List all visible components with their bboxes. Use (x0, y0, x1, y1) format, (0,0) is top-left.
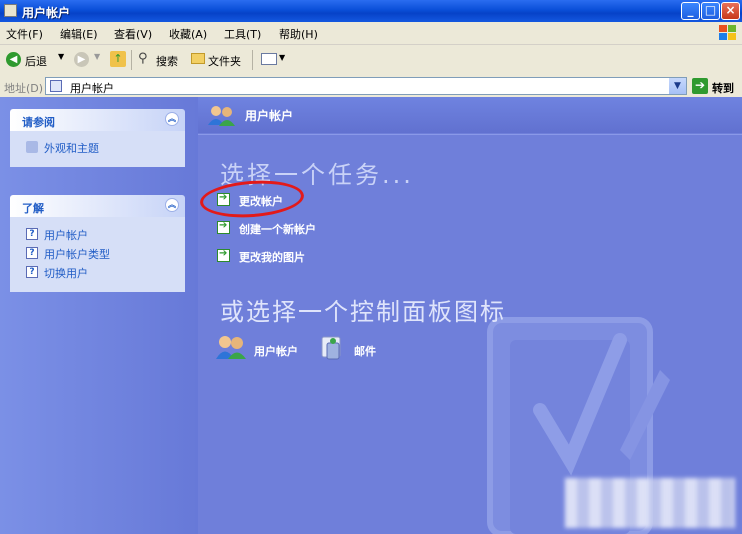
blurred-watermark (565, 478, 735, 528)
views-icon[interactable] (261, 53, 277, 65)
address-input[interactable] (45, 77, 687, 95)
learn-link-user-accounts[interactable]: 用户帐户 (44, 227, 88, 243)
views-dropdown-icon[interactable]: ▼ (279, 53, 285, 62)
toolbar-separator (252, 50, 253, 70)
minimize-button[interactable]: _ (681, 2, 700, 20)
learn-link-account-types[interactable]: 用户帐户类型 (44, 246, 110, 262)
window-icon (4, 4, 17, 17)
windows-logo-icon (718, 24, 738, 42)
panel-icon-mail[interactable]: 邮件 (354, 343, 376, 359)
see-also-title: 请参阅 (22, 116, 55, 129)
learn-link-switch-users[interactable]: 切换用户 (44, 265, 88, 281)
forward-dropdown-icon[interactable]: ▼ (94, 52, 100, 61)
address-label: 地址(D) (4, 82, 44, 95)
menu-help[interactable]: 帮助(H) (279, 26, 318, 42)
learn-panel: ? 用户帐户 ? 用户帐户类型 ? 切换用户 (10, 217, 185, 292)
menu-edit[interactable]: 编辑(E) (60, 26, 98, 42)
address-value: 用户帐户 (70, 82, 114, 95)
user-accounts-icon (208, 106, 235, 126)
help-topic-icon: ? (26, 266, 38, 278)
back-arrow-icon[interactable]: ◀ (6, 52, 21, 67)
appearance-icon (26, 141, 38, 153)
maximize-button[interactable]: □ (701, 2, 720, 20)
learn-title: 了解 (22, 202, 44, 215)
go-button[interactable]: 转到 (712, 80, 734, 96)
header-title: 用户帐户 (245, 109, 294, 123)
see-also-panel-header[interactable]: 请参阅 ︽ (10, 109, 185, 131)
folders-button[interactable]: 文件夹 (208, 53, 241, 69)
address-dropdown-icon[interactable]: ▼ (669, 78, 686, 94)
help-topic-icon: ? (26, 228, 38, 240)
search-icon[interactable]: ⚲ (138, 51, 148, 66)
see-also-panel: 外观和主题 (10, 131, 185, 167)
forward-arrow-icon[interactable]: ▶ (74, 52, 89, 67)
green-arrow-icon (217, 220, 230, 234)
toolbar-separator (131, 50, 132, 70)
help-topic-icon: ? (26, 247, 38, 259)
see-also-link-appearance[interactable]: 外观和主题 (44, 140, 99, 156)
panel-heading: 或选择一个控制面板图标 (220, 298, 506, 326)
up-folder-icon[interactable]: ↑ (110, 51, 126, 67)
user-accounts-panel-icon[interactable] (215, 334, 247, 360)
folder-icon[interactable] (191, 53, 205, 64)
menu-bar: 文件(F) 编辑(E) 查看(V) 收藏(A) 工具(T) 帮助(H) (0, 22, 742, 45)
menu-file[interactable]: 文件(F) (6, 26, 43, 42)
control-panel-icon (50, 80, 62, 92)
collapse-icon[interactable]: ︽ (165, 198, 179, 212)
go-arrow-icon[interactable]: ➔ (692, 78, 708, 94)
back-button[interactable]: 后退 (25, 53, 47, 69)
menu-view[interactable]: 查看(V) (114, 26, 152, 42)
search-button[interactable]: 搜索 (156, 53, 178, 69)
menu-tools[interactable]: 工具(T) (224, 26, 261, 42)
back-dropdown-icon[interactable]: ▼ (58, 52, 64, 61)
close-button[interactable]: × (721, 2, 740, 20)
header-divider (198, 134, 742, 135)
green-arrow-icon (217, 248, 230, 262)
menu-favorites[interactable]: 收藏(A) (169, 26, 207, 42)
learn-panel-header[interactable]: 了解 ︽ (10, 195, 185, 217)
title-bar: 用户帐户 (0, 0, 742, 22)
mail-icon[interactable] (318, 333, 346, 361)
collapse-icon[interactable]: ︽ (165, 112, 179, 126)
panel-icon-user-accounts[interactable]: 用户帐户 (254, 343, 298, 359)
window-title: 用户帐户 (22, 6, 71, 20)
